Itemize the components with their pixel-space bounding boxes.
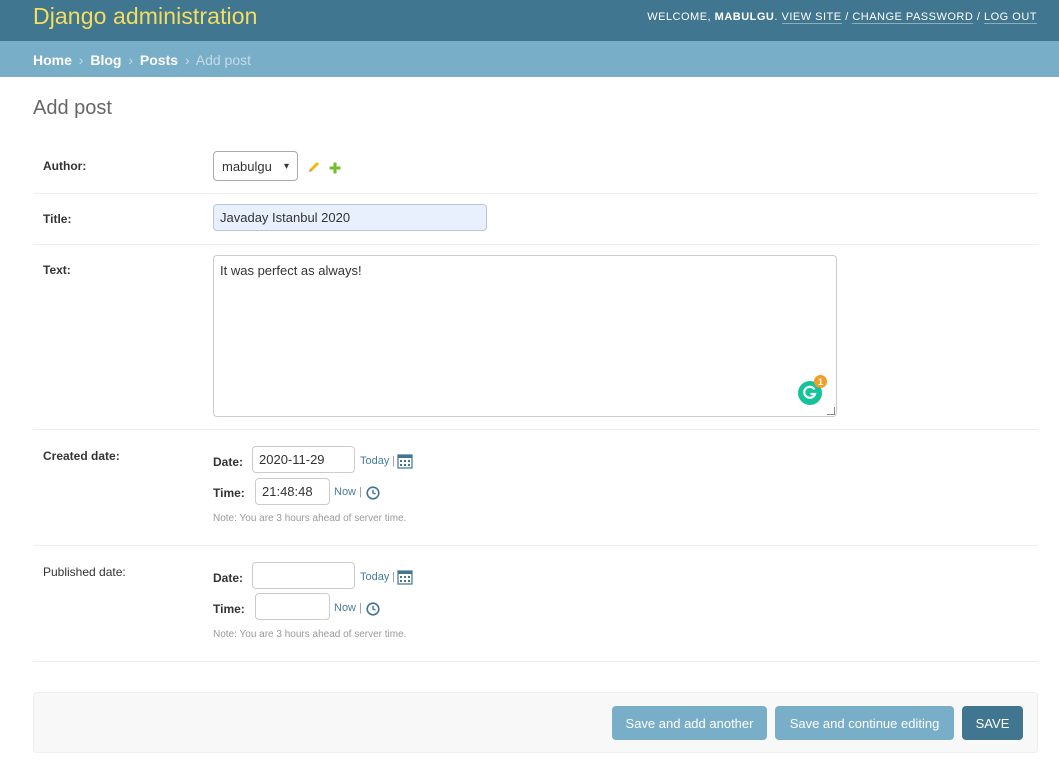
- resize-handle[interactable]: [827, 407, 835, 415]
- user-tools: Welcome, mabulgu. View site / Change pas…: [647, 11, 1037, 24]
- created-now-separator: |: [359, 486, 362, 498]
- created-timezone-note: Note: You are 3 hours ahead of server ti…: [213, 513, 407, 524]
- clock-icon[interactable]: [366, 486, 380, 505]
- created-date-value: 2020-11-29: [259, 452, 325, 467]
- created-date-date-label: Date:: [213, 455, 244, 469]
- published-now-separator: |: [359, 602, 362, 614]
- breadcrumb: Home › Blog › Posts › Add post: [0, 41, 1059, 77]
- change-password-link[interactable]: Change password: [852, 11, 974, 24]
- welcome-text: Welcome,: [647, 11, 712, 23]
- created-time-label: Time:: [213, 486, 245, 500]
- text-row: Text: It was perfect as always! 1: [33, 245, 1038, 430]
- breadcrumb-separator: ›: [78, 52, 84, 68]
- published-date-label: Published date:: [43, 565, 126, 579]
- published-date-date-label: Date:: [213, 571, 244, 585]
- title-input[interactable]: Javaday Istanbul 2020: [213, 204, 487, 231]
- separator: /: [976, 11, 981, 23]
- published-date-row: Published date: Date: Today | Time: Now …: [33, 546, 1038, 662]
- created-today-separator: |: [392, 455, 395, 467]
- created-time-value: 21:48:48: [262, 484, 313, 499]
- published-today-separator: |: [392, 571, 395, 583]
- author-label: Author:: [43, 159, 87, 173]
- published-date-input[interactable]: [252, 562, 355, 589]
- breadcrumb-home[interactable]: Home: [33, 52, 72, 68]
- author-row: Author: mabulgu ▾: [33, 141, 1038, 194]
- text-textarea[interactable]: It was perfect as always! 1: [213, 255, 837, 417]
- log-out-link[interactable]: Log out: [983, 11, 1037, 24]
- plus-icon[interactable]: [329, 161, 341, 179]
- created-time-input[interactable]: 21:48:48: [255, 478, 330, 505]
- published-time-label: Time:: [213, 602, 245, 616]
- submit-row: Save and add another Save and continue e…: [33, 692, 1038, 753]
- separator: /: [845, 11, 849, 23]
- published-now-link[interactable]: Now: [334, 602, 356, 614]
- save-button[interactable]: Save: [962, 706, 1023, 740]
- save-and-continue-button[interactable]: Save and continue editing: [775, 706, 954, 740]
- created-now-link[interactable]: Now: [334, 486, 356, 498]
- title-input-value: Javaday Istanbul 2020: [220, 210, 351, 225]
- created-date-label: Created date:: [43, 449, 120, 463]
- breadcrumb-posts[interactable]: Posts: [140, 52, 178, 68]
- text-label: Text:: [43, 263, 71, 277]
- text-textarea-value: It was perfect as always!: [220, 263, 362, 278]
- created-today-link[interactable]: Today: [360, 455, 389, 467]
- breadcrumb-blog[interactable]: Blog: [90, 52, 121, 68]
- pencil-icon[interactable]: [307, 160, 321, 179]
- calendar-icon[interactable]: [397, 569, 413, 590]
- save-and-add-another-button[interactable]: Save and add another: [612, 706, 767, 740]
- header: Django administration Welcome, mabulgu. …: [0, 0, 1059, 41]
- published-timezone-note: Note: You are 3 hours ahead of server ti…: [213, 629, 407, 640]
- calendar-icon[interactable]: [397, 453, 413, 474]
- breadcrumb-separator: ›: [128, 52, 134, 68]
- published-time-input[interactable]: [255, 593, 330, 620]
- created-date-row: Created date: Date: 2020-11-29 Today | T…: [33, 430, 1038, 546]
- author-select[interactable]: mabulgu ▾: [213, 151, 298, 181]
- username: mabulgu: [714, 11, 775, 23]
- grammarly-badge: 1: [814, 375, 827, 388]
- view-site-link[interactable]: View site: [781, 11, 842, 24]
- chevron-down-icon: ▾: [283, 160, 289, 172]
- site-name[interactable]: Django administration: [33, 3, 258, 30]
- author-select-value: mabulgu: [222, 158, 272, 174]
- clock-icon[interactable]: [366, 602, 380, 621]
- breadcrumb-separator: ›: [184, 52, 190, 68]
- published-today-link[interactable]: Today: [360, 571, 389, 583]
- created-date-input[interactable]: 2020-11-29: [252, 446, 355, 473]
- breadcrumb-current: Add post: [195, 52, 251, 68]
- title-row: Title: Javaday Istanbul 2020: [33, 194, 1038, 245]
- title-label: Title:: [43, 212, 72, 226]
- page-title: Add post: [33, 97, 112, 119]
